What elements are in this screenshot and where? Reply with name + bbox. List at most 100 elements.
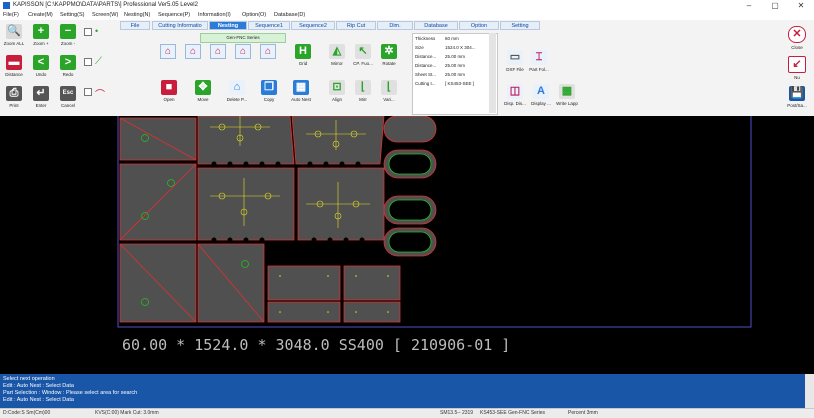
copy-label: Copy [263,97,275,102]
info-key: Sheet St... [415,72,437,77]
zoom-all-label: Zoom ALL [3,41,25,46]
option-checkbox-1[interactable] [84,28,92,36]
dxf-file-button[interactable]: ▭ DXF File [504,48,526,76]
nesting-canvas[interactable]: 60.00 * 1524.0 * 3048.0 SS400 [ 210906-0… [0,116,814,374]
info-scrollbar[interactable] [489,33,496,113]
option-checkbox-3[interactable] [84,88,92,96]
cp-fuo-button[interactable]: ↖ CP. Fuo... [352,42,374,70]
info-row-size: Size 1524.0 X 304... [415,45,495,50]
zoom-in-button[interactable]: + Zoom + [30,22,52,50]
part-oval-0[interactable] [383,116,437,143]
part-rect-4[interactable] [343,301,401,323]
cp-fuo-label: CP. Fuo... [353,61,373,66]
open-button[interactable]: ■ Open [158,78,180,106]
tab-database[interactable]: Database [414,21,458,30]
close-window-button[interactable]: ✕ [788,0,814,11]
arc-draw-icon[interactable]: ⌒ [95,86,105,101]
menu-setting[interactable]: Setting(S) [60,12,84,18]
vari-button[interactable]: ⌊ Vari... [378,78,400,106]
menu-sequence[interactable]: Sequence(P) [158,12,190,18]
part-plate-top-2[interactable] [291,116,385,165]
info-row-distance-1: Distance... 25.00 mm [415,54,495,59]
tab-option[interactable]: Option [459,21,499,30]
enter-icon: ↵ [33,86,49,101]
grid-button[interactable]: H Grid [292,42,314,70]
tab-nesting[interactable]: Nesting [209,21,247,30]
part-plate-top-1[interactable] [197,116,295,165]
write-lapp-button[interactable]: ▩ Write Lapp [556,82,578,110]
tab-dim[interactable]: Dim. [377,21,413,30]
delete-part-button[interactable]: ⌂ Delete P... [226,78,248,106]
tab-file[interactable]: File [120,21,150,30]
nesting-drawing[interactable]: 60.00 * 1524.0 * 3048.0 SS400 [ 210906-0… [0,116,814,374]
part-template-1-icon[interactable]: ⌂ [160,44,176,59]
display-button[interactable]: A Display ... [530,82,552,110]
green-dot-icon: • [95,26,99,36]
post-save-button[interactable]: 💾 Post/Sa... [786,84,808,112]
cursor-icon: ↖ [355,44,371,59]
minimize-button[interactable]: – [736,0,762,11]
align-button[interactable]: ⊡ Align [326,78,348,106]
print-button[interactable]: ⎙ Print [3,84,25,112]
disp-dis-icon: ◫ [507,84,523,99]
copy-button[interactable]: ❐ Copy [258,78,280,106]
part-template-5-icon[interactable]: ⌂ [260,44,276,59]
tab-rip-cut[interactable]: Rip Cut [336,21,376,30]
distance-button[interactable]: ▬ Distance [3,53,25,81]
line-draw-icon[interactable]: ⟋ [95,56,105,68]
rotate-button[interactable]: ✲ Rotate [378,42,400,70]
part-folder-button[interactable]: ⌶ Part Fol... [528,48,550,76]
delete-part-icon: ⌂ [229,80,245,95]
menu-file[interactable]: File(F) [3,12,19,18]
option-checkbox-2[interactable] [84,58,92,66]
post-save-label: Post/Sa... [787,103,807,108]
part-template-4-icon[interactable]: ⌂ [235,44,251,59]
part-rect-1[interactable] [267,265,341,301]
message-line: Select next operation [3,376,55,382]
new-button[interactable]: ↙ Nu [786,54,808,82]
zoom-out-button[interactable]: − Zoom - [57,22,79,50]
part-rect-2[interactable] [343,265,401,301]
distance-label: Distance [5,72,23,77]
mirror-label: Mirror [331,61,343,66]
disp-dis-label: Disp. Dis... [504,101,526,106]
cancel-button[interactable]: Esc Cancel [57,84,79,112]
maximize-button[interactable]: ▢ [762,0,788,11]
tab-setting[interactable]: Setting [500,21,540,30]
tab-sequence2[interactable]: Sequence2 [291,21,335,30]
part-oval-group[interactable] [383,116,437,257]
series-label: Gen-FNC Series [200,33,286,43]
menu-information[interactable]: Information(I) [198,12,231,18]
status-series: KS453-SEE Gen-FNC Series [480,410,546,416]
new-label: Nu [794,75,800,80]
redo-button[interactable]: > Redo [57,53,79,81]
tab-cutting-information[interactable]: Cutting Informatio [152,21,208,30]
vari-label: Vari... [383,97,395,102]
menu-screen[interactable]: Screen(W) [92,12,118,18]
menu-create[interactable]: Create(M) [28,12,53,18]
part-template-3-icon[interactable]: ⌂ [210,44,226,59]
undo-button[interactable]: < Undo [30,53,52,81]
tab-sequence1[interactable]: Sequence1 [248,21,290,30]
part-rect-3[interactable] [267,301,341,323]
menu-database[interactable]: Database(D) [274,12,305,18]
info-row-cutting[interactable]: Cutting t... [ KS453-SEE ] [415,81,495,86]
mirr-button[interactable]: ⌊ Mirr [352,78,374,106]
part-template-2-icon[interactable]: ⌂ [185,44,201,59]
mirror-icon: ◭ [329,44,345,59]
enter-button[interactable]: ↵ Enter [30,84,52,112]
part-folder-label: Part Fol... [529,67,549,72]
part-plate-mid-1[interactable] [197,167,295,241]
info-value: 1524.0 X 304... [445,45,476,50]
move-button[interactable]: ✥ Move [192,78,214,106]
part-oval-1-inner [388,153,432,175]
mirror-button[interactable]: ◭ Mirror [326,42,348,70]
auto-nest-button[interactable]: ▦ Auto Nest [290,78,312,106]
message-scrollbar[interactable] [805,374,814,408]
close-circle-icon: ✕ [788,26,806,43]
zoom-all-button[interactable]: 🔍 Zoom ALL [3,22,25,50]
menu-option[interactable]: Option(O) [242,12,266,18]
close-tool-button[interactable]: ✕ Close [786,24,808,52]
menu-nesting[interactable]: Nesting(N) [124,12,150,18]
disp-dis-button[interactable]: ◫ Disp. Dis... [504,82,526,110]
